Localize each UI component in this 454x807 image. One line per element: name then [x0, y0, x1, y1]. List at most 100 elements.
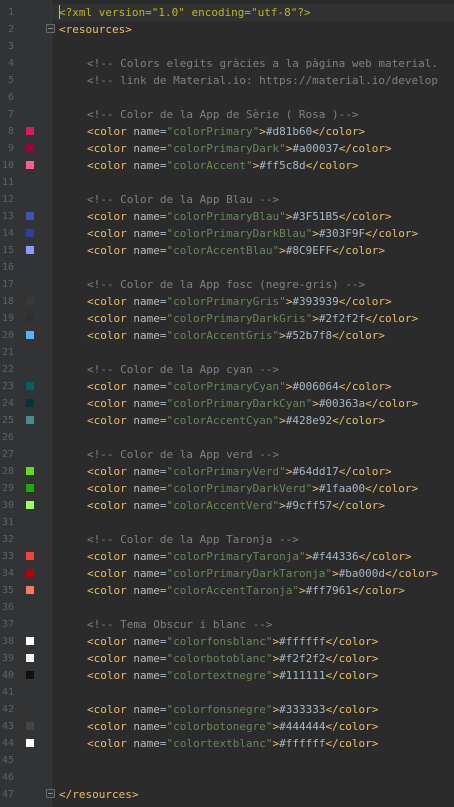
- color-swatch-icon[interactable]: [26, 484, 34, 492]
- code-line[interactable]: 46: [0, 769, 454, 786]
- code-line[interactable]: 6: [0, 89, 454, 106]
- fold-marker-icon[interactable]: [46, 24, 55, 33]
- color-swatch-icon[interactable]: [26, 467, 34, 475]
- xml-syntax: name: [133, 737, 160, 750]
- code-line[interactable]: 41: [0, 684, 454, 701]
- xml-syntax: </color>: [365, 227, 419, 240]
- code-line[interactable]: 2 <resources>: [0, 21, 454, 38]
- color-resource: <color name="colorfonsblanc">#ffffff</co…: [87, 633, 378, 650]
- xml-syntax: >: [279, 414, 286, 427]
- code-line[interactable]: 1 <?xml version="1.0" encoding="utf-8"?>: [0, 4, 454, 21]
- color-swatch-icon[interactable]: [26, 297, 34, 305]
- color-swatch-icon[interactable]: [26, 739, 34, 747]
- color-swatch-icon[interactable]: [26, 382, 34, 390]
- code-line[interactable]: 13 <color name="colorPrimaryBlau">#3F51B5…: [0, 208, 454, 225]
- color-swatch-icon[interactable]: [26, 501, 34, 509]
- code-line[interactable]: 7 <!-- Color de la App de Sèrie ( Rosa )-…: [0, 106, 454, 123]
- xml-syntax: <color: [87, 635, 134, 648]
- color-name-value: colorAccentGris: [173, 329, 273, 342]
- code-line[interactable]: 20 <color name="colorAccentGris">#52b7f8<…: [0, 327, 454, 344]
- code-line[interactable]: 21: [0, 344, 454, 361]
- code-line[interactable]: 22 <!-- Color de la App cyan -->: [0, 361, 454, 378]
- code-line[interactable]: 12 <!-- Color de la App Blau -->: [0, 191, 454, 208]
- code-line[interactable]: 42 <color name="colorfonsnegre">#333333</…: [0, 701, 454, 718]
- code-line[interactable]: 31: [0, 514, 454, 531]
- code-line[interactable]: 40 <color name="colortextnegre">#111111</…: [0, 667, 454, 684]
- color-swatch-icon[interactable]: [26, 654, 34, 662]
- color-hex-value: #303F9F: [318, 227, 366, 240]
- color-name-value: colorPrimaryCyan: [173, 380, 280, 393]
- color-swatch-icon[interactable]: [26, 161, 34, 169]
- code-line[interactable]: 8 <color name="colorPrimary">#d81b60</col…: [0, 123, 454, 140]
- xml-syntax: <color: [87, 159, 134, 172]
- code-line[interactable]: 27 <!-- Color de la App verd -->: [0, 446, 454, 463]
- code-line[interactable]: 23 <color name="colorPrimaryCyan">#006064…: [0, 378, 454, 395]
- color-swatch-icon[interactable]: [26, 416, 34, 424]
- color-swatch-icon[interactable]: [26, 569, 34, 577]
- code-line[interactable]: 43 <color name="colorbotonegre">#444444</…: [0, 718, 454, 735]
- fold-marker-icon[interactable]: [46, 789, 55, 798]
- code-line[interactable]: 16: [0, 259, 454, 276]
- code-line[interactable]: 9 <color name="colorPrimaryDark">#a00037<…: [0, 140, 454, 157]
- xml-syntax: </color>: [338, 142, 392, 155]
- color-swatch-icon[interactable]: [26, 722, 34, 730]
- color-swatch-icon[interactable]: [26, 246, 34, 254]
- xml-syntax: <color: [87, 720, 134, 733]
- color-swatch-icon[interactable]: [26, 229, 34, 237]
- code-line[interactable]: 18 <color name="colorPrimaryGris">#393939…: [0, 293, 454, 310]
- color-swatch-icon[interactable]: [26, 671, 34, 679]
- code-line[interactable]: 47 </resources>: [0, 786, 454, 803]
- code-line[interactable]: 17 <!-- Color de la App fosc (negre-gris)…: [0, 276, 454, 293]
- code-line[interactable]: 38 <color name="colorfonsblanc">#ffffff</…: [0, 633, 454, 650]
- code-line[interactable]: 39 <color name="colorbotoblanc">#f2f2f2</…: [0, 650, 454, 667]
- code-line[interactable]: 26: [0, 429, 454, 446]
- code-line[interactable]: 34 <color name="colorPrimaryDarkTaronja">…: [0, 565, 454, 582]
- line-number: 27: [1, 449, 14, 460]
- code-line[interactable]: 3: [0, 38, 454, 55]
- code-line[interactable]: 14 <color name="colorPrimaryDarkBlau">#30…: [0, 225, 454, 242]
- color-name-value: colorPrimaryGris: [173, 295, 280, 308]
- code-line[interactable]: 19 <color name="colorPrimaryDarkGris">#2f…: [0, 310, 454, 327]
- code-line[interactable]: 45: [0, 752, 454, 769]
- code-line[interactable]: 10 <color name="colorAccent">#ff5c8d</col…: [0, 157, 454, 174]
- line-number: 39: [1, 653, 14, 664]
- line-number: 28: [1, 466, 14, 477]
- xml-syntax: >: [279, 499, 286, 512]
- code-line[interactable]: 5 <!-- link de Material.io: https://mater…: [0, 72, 454, 89]
- color-swatch-icon[interactable]: [26, 331, 34, 339]
- color-hex-value: #ffffff: [279, 635, 326, 648]
- color-swatch-icon[interactable]: [26, 552, 34, 560]
- color-resource: <color name="colorPrimaryDarkBlau">#303F…: [87, 225, 418, 242]
- line-number: 45: [1, 755, 14, 766]
- code-editor[interactable]: 1 <?xml version="1.0" encoding="utf-8"?> 2…: [0, 4, 454, 803]
- code-line[interactable]: 15 <color name="colorAccentBlau">#8C9EFF<…: [0, 242, 454, 259]
- color-swatch-icon[interactable]: [26, 212, 34, 220]
- color-swatch-icon[interactable]: [26, 586, 34, 594]
- code-line[interactable]: 35 <color name="colorAccentTaronja">#ff79…: [0, 582, 454, 599]
- xml-syntax: name: [133, 550, 160, 563]
- color-swatch-icon[interactable]: [26, 127, 34, 135]
- line-number: 33: [1, 551, 14, 562]
- code-line[interactable]: 4 <!-- Colors elegits gràcies a la pàgina…: [0, 55, 454, 72]
- xml-syntax: ": [279, 465, 286, 478]
- code-line[interactable]: 25 <color name="colorAccentCyan">#428e92<…: [0, 412, 454, 429]
- color-swatch-icon[interactable]: [26, 705, 34, 713]
- color-swatch-icon[interactable]: [26, 637, 34, 645]
- code-line[interactable]: 24 <color name="colorPrimaryDarkCyan">#00…: [0, 395, 454, 412]
- code-line[interactable]: 37 <!-- Tema Obscur i blanc -->: [0, 616, 454, 633]
- line-number: 2: [7, 24, 14, 35]
- code-line[interactable]: 36: [0, 599, 454, 616]
- code-line[interactable]: 28 <color name="colorPrimaryVerd">#64dd17…: [0, 463, 454, 480]
- xml-syntax: </color>: [338, 210, 392, 223]
- color-resource: <color name="colorPrimaryDarkGris">#2f2f…: [87, 310, 418, 327]
- code-line[interactable]: 29 <color name="colorPrimaryDarkVerd">#1f…: [0, 480, 454, 497]
- code-line[interactable]: 33 <color name="colorPrimaryTaronja">#f44…: [0, 548, 454, 565]
- color-swatch-icon[interactable]: [26, 144, 34, 152]
- code-line[interactable]: 32 <!-- Color de la App Taronja -->: [0, 531, 454, 548]
- xml-syntax: name: [133, 295, 160, 308]
- color-swatch-icon[interactable]: [26, 314, 34, 322]
- color-swatch-icon[interactable]: [26, 399, 34, 407]
- code-line[interactable]: 30 <color name="colorAccentVerd">#9cff57<…: [0, 497, 454, 514]
- code-line[interactable]: 11: [0, 174, 454, 191]
- code-line[interactable]: 44 <color name="colortextblanc">#ffffff</…: [0, 735, 454, 752]
